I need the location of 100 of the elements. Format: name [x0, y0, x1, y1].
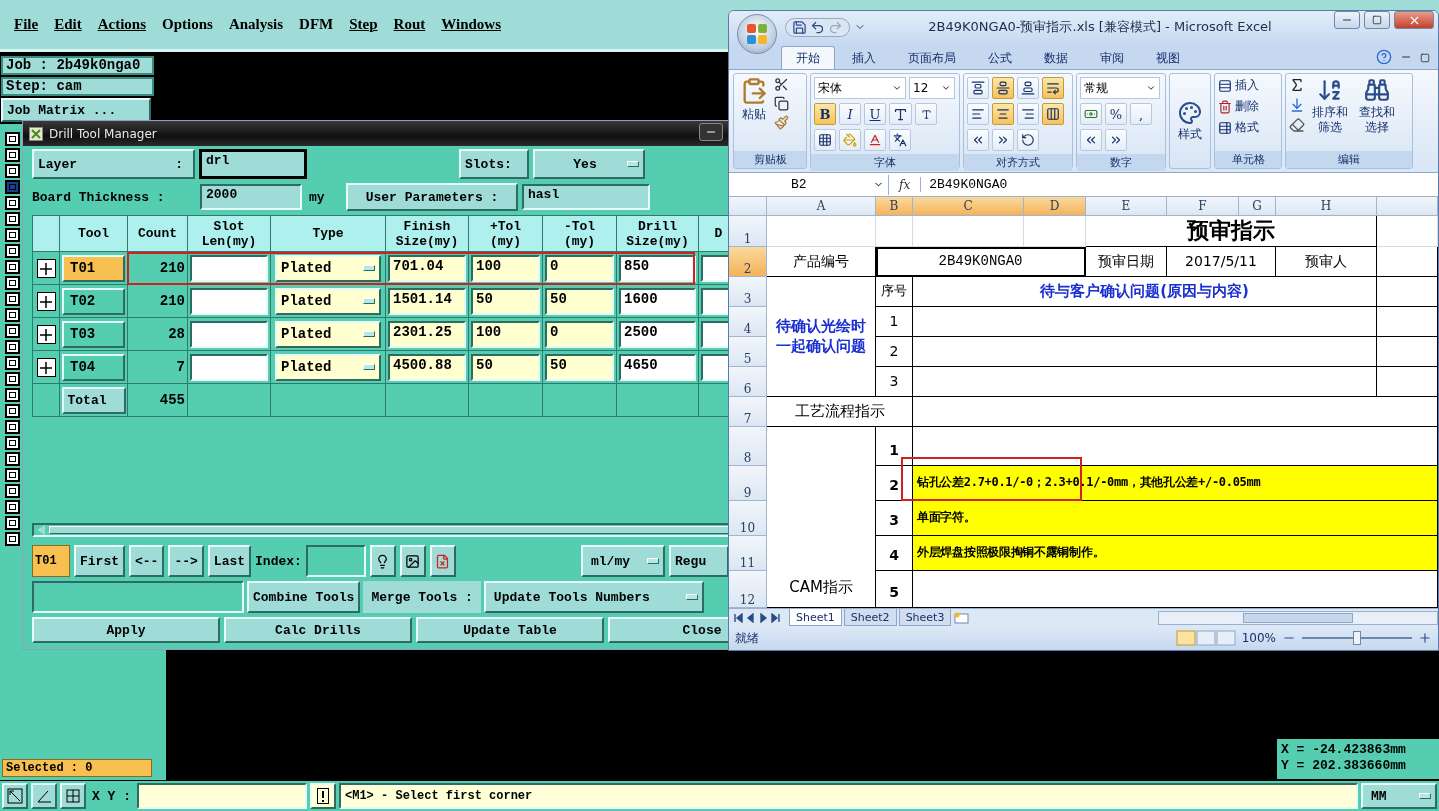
plus-tolerance-field[interactable]: 50 [471, 287, 540, 315]
tool-icon[interactable] [5, 292, 20, 306]
autosum-icon[interactable] [1289, 77, 1305, 93]
lightbulb-button[interactable] [369, 545, 396, 577]
menu-item[interactable]: DFM [293, 14, 340, 35]
units-dropdown[interactable]: MM [1361, 783, 1437, 809]
font-style-button[interactable]: B [814, 103, 836, 125]
nav-button[interactable]: Last [207, 545, 252, 577]
tool-icon[interactable] [5, 372, 20, 386]
slider-thumb[interactable] [1353, 631, 1361, 645]
menu-item[interactable]: Options [156, 14, 219, 35]
plus-tolerance-field[interactable]: 100 [471, 320, 540, 348]
fill-icon[interactable] [1289, 97, 1305, 113]
tool-icon[interactable] [5, 228, 20, 242]
alignment-button[interactable] [967, 103, 989, 125]
copy-icon[interactable] [774, 96, 789, 111]
ribbon-tab[interactable]: 数据 [1029, 46, 1083, 69]
tool-icon[interactable] [5, 420, 20, 434]
tool-icon[interactable] [5, 452, 20, 466]
menu-item[interactable]: Edit [48, 14, 88, 35]
row-header[interactable]: 5 [729, 337, 767, 367]
row-header[interactable]: 6 [729, 367, 767, 397]
finish-size-field[interactable]: 2301.25 [388, 320, 466, 348]
tool-icon[interactable] [5, 532, 20, 546]
alignment-button[interactable] [1017, 103, 1039, 125]
alignment-button[interactable] [992, 77, 1014, 99]
drill-size-field[interactable]: 1600 [619, 287, 696, 315]
drill-size-field[interactable]: 850 [619, 254, 696, 282]
grow-font-button[interactable] [889, 103, 912, 125]
currency-button[interactable] [1080, 103, 1102, 125]
nav-button[interactable]: <-- [129, 545, 165, 577]
shrink-font-button[interactable] [915, 103, 937, 125]
finish-size-field[interactable]: 1501.14 [388, 287, 466, 315]
nav-button[interactable]: --> [168, 545, 204, 577]
clear-icon[interactable] [1289, 117, 1305, 133]
user-parameters-field[interactable]: hasl [522, 184, 650, 210]
save-icon[interactable] [792, 19, 807, 35]
font-name-dropdown[interactable]: 宋体 [814, 77, 906, 99]
alignment-button[interactable] [1042, 77, 1064, 99]
horizontal-scrollbar[interactable] [1158, 610, 1438, 625]
image-button[interactable] [399, 545, 426, 577]
finish-size-field[interactable]: 701.04 [388, 254, 466, 282]
action-button[interactable]: Close [608, 617, 729, 643]
column-header[interactable]: G [1239, 197, 1276, 216]
minus-tolerance-field[interactable]: 0 [545, 320, 614, 348]
insert-function-button[interactable]: fx [895, 177, 915, 192]
tool-icon[interactable] [5, 404, 20, 418]
row-header[interactable]: 11 [729, 536, 767, 571]
column-header[interactable]: H [1276, 197, 1377, 216]
board-thickness-field[interactable]: 2000 [200, 184, 302, 210]
angle-button[interactable] [31, 783, 57, 809]
minimize-button[interactable] [699, 123, 723, 141]
tool-button[interactable]: T02 [62, 287, 125, 315]
type-dropdown[interactable]: Plated [275, 254, 381, 282]
sheet-tab[interactable]: Sheet3 [898, 609, 952, 626]
finish-size-field[interactable]: 4500.88 [388, 353, 466, 381]
tool-icon[interactable] [5, 340, 20, 354]
number-format-dropdown[interactable]: 常规 [1080, 77, 1160, 99]
formula-field[interactable]: 2B49K0NGA0 [920, 177, 1434, 192]
insert-cells-button[interactable]: 插入 [1218, 77, 1259, 94]
tool-icon[interactable] [5, 244, 20, 258]
tool-icon[interactable] [5, 500, 20, 514]
delete-button[interactable] [429, 545, 456, 577]
row-header[interactable]: 12 [729, 571, 767, 608]
units-dropdown[interactable]: ml/my [581, 545, 665, 577]
nav-button[interactable]: First [74, 545, 125, 577]
menu-item[interactable]: Analysis [222, 14, 290, 35]
tool-icon[interactable] [5, 308, 20, 322]
alignment-button[interactable] [992, 103, 1014, 125]
action-button[interactable]: Update Table [416, 617, 604, 643]
type-dropdown[interactable]: Plated [275, 320, 381, 348]
name-box[interactable]: B2 [729, 174, 889, 195]
expand-icon[interactable] [36, 324, 56, 344]
row-header[interactable]: 3 [729, 277, 767, 307]
expand-icon[interactable] [36, 258, 56, 278]
ribbon-tab[interactable]: 视图 [1141, 46, 1195, 69]
row-header[interactable]: 1 [729, 216, 767, 247]
help-icon[interactable] [1376, 49, 1392, 65]
expand-icon[interactable] [36, 291, 56, 311]
menu-item[interactable]: Rout [387, 14, 432, 35]
tool-icon[interactable] [5, 212, 20, 226]
column-header[interactable]: D [1024, 197, 1086, 216]
column-header[interactable]: B [876, 197, 913, 216]
tool-icon[interactable] [5, 516, 20, 530]
zoom-in-icon[interactable] [1418, 631, 1432, 645]
orientation-button[interactable] [1017, 129, 1039, 151]
ribbon-tab[interactable]: 公式 [973, 46, 1027, 69]
minus-tolerance-field[interactable]: 50 [545, 287, 614, 315]
tool-icon[interactable] [5, 436, 20, 450]
column-header[interactable]: C [913, 197, 1024, 216]
tool-button[interactable]: T03 [62, 320, 125, 348]
tool-icon[interactable] [5, 132, 20, 146]
sheet-tab[interactable]: Sheet2 [843, 609, 897, 626]
ribbon-tab[interactable]: 审阅 [1085, 46, 1139, 69]
expand-icon[interactable] [36, 357, 56, 377]
tool-icon[interactable] [5, 164, 20, 178]
tool-icon[interactable] [5, 260, 20, 274]
grid-button[interactable] [60, 783, 86, 809]
action-button[interactable]: Calc Drills [224, 617, 412, 643]
close-button[interactable] [1394, 11, 1434, 29]
